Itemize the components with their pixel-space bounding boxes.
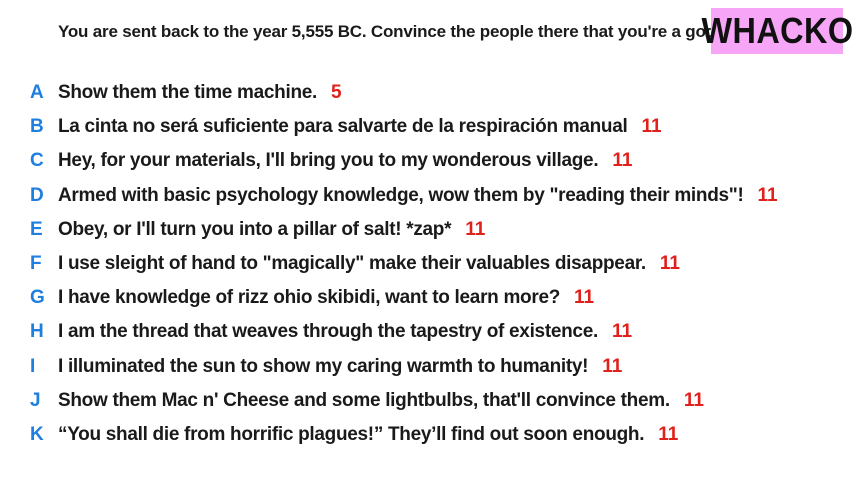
- answer-score: 11: [611, 321, 633, 343]
- answer-text: Armed with basic psychology knowledge, w…: [58, 185, 778, 207]
- answer-label: Show them Mac n' Cheese and some lightbu…: [58, 389, 670, 411]
- answer-letter: B: [30, 116, 44, 138]
- answer-row-b[interactable]: B La cinta no será suficiente para salva…: [0, 110, 853, 144]
- answer-row-e[interactable]: E Obey, or I'll turn you into a pillar o…: [0, 213, 853, 247]
- answer-row-d[interactable]: D Armed with basic psychology knowledge,…: [0, 179, 853, 213]
- answer-text: Show them the time machine. 5: [58, 82, 342, 104]
- answer-label: I illuminated the sun to show my caring …: [58, 355, 589, 377]
- answer-score: 11: [641, 116, 662, 138]
- answer-label: Armed with basic psychology knowledge, w…: [58, 184, 744, 206]
- answer-row-c[interactable]: C Hey, for your materials, I'll bring yo…: [0, 144, 853, 178]
- answer-score: 5: [331, 82, 342, 104]
- answer-text: I am the thread that weaves through the …: [58, 321, 632, 343]
- answer-label: Obey, or I'll turn you into a pillar of …: [58, 218, 452, 240]
- answer-row-i[interactable]: I I illuminated the sun to show my carin…: [0, 350, 853, 384]
- answer-row-a[interactable]: A Show them the time machine. 5: [0, 76, 853, 110]
- answer-text: Obey, or I'll turn you into a pillar of …: [58, 219, 485, 241]
- answer-letter: I: [30, 355, 36, 377]
- answer-letter: G: [30, 287, 45, 309]
- answer-label: I use sleight of hand to "magically" mak…: [58, 253, 646, 275]
- answer-score: 11: [658, 423, 679, 445]
- answer-score: 11: [602, 355, 623, 377]
- answer-text: “You shall die from horrific plagues!” T…: [58, 424, 678, 446]
- answer-label: I have knowledge of rizz ohio skibidi, w…: [58, 287, 561, 309]
- answer-row-f[interactable]: F I use sleight of hand to "magically" m…: [0, 247, 853, 281]
- answer-letter: K: [30, 423, 44, 445]
- answer-label: I am the thread that weaves through the …: [58, 321, 598, 343]
- answer-score: 11: [757, 184, 778, 206]
- answer-text: I illuminated the sun to show my caring …: [58, 356, 622, 378]
- answer-row-g[interactable]: G I have knowledge of rizz ohio skibidi,…: [0, 281, 853, 315]
- whacko-badge: WHACKO: [701, 8, 853, 54]
- answer-label: Hey, for your materials, I'll bring you …: [58, 150, 599, 172]
- answer-letter: D: [30, 184, 44, 206]
- answer-score: 11: [659, 253, 680, 275]
- answer-label: “You shall die from horrific plagues!” T…: [58, 423, 645, 445]
- answer-text: I have knowledge of rizz ohio skibidi, w…: [58, 287, 594, 309]
- answer-text: Show them Mac n' Cheese and some lightbu…: [58, 390, 704, 412]
- answer-letter: A: [30, 82, 44, 104]
- answer-text: La cinta no será suficiente para salvart…: [58, 116, 662, 138]
- answer-label: La cinta no será suficiente para salvart…: [58, 116, 628, 138]
- answer-letter: C: [30, 150, 44, 172]
- answer-text: I use sleight of hand to "magically" mak…: [58, 253, 680, 275]
- answer-score: 11: [574, 287, 595, 309]
- badge-label: WHACKO: [700, 10, 853, 51]
- answer-text: Hey, for your materials, I'll bring you …: [58, 150, 632, 172]
- answer-score: 11: [612, 150, 633, 172]
- answer-letter: E: [30, 218, 43, 240]
- answer-score: 11: [465, 218, 486, 240]
- answer-row-k[interactable]: K “You shall die from horrific plagues!”…: [0, 418, 853, 452]
- answer-label: Show them the time machine.: [58, 82, 318, 104]
- answer-score: 11: [683, 389, 704, 411]
- prompt-text: You are sent back to the year 5,555 BC. …: [58, 22, 721, 41]
- answer-row-h[interactable]: H I am the thread that weaves through th…: [0, 315, 853, 349]
- answer-letter: J: [30, 389, 41, 411]
- answer-row-j[interactable]: J Show them Mac n' Cheese and some light…: [0, 384, 853, 418]
- answer-list: A Show them the time machine. 5 B La cint…: [0, 76, 853, 452]
- answer-letter: H: [30, 321, 44, 343]
- answer-letter: F: [30, 253, 42, 275]
